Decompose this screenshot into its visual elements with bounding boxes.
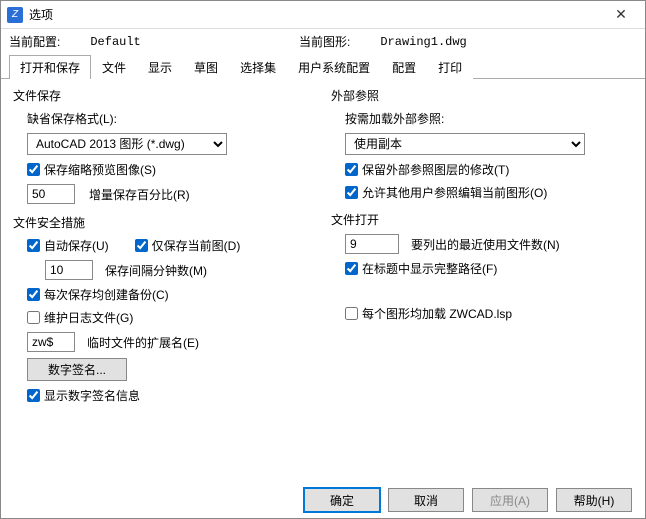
load-lsp-input[interactable]: [345, 307, 358, 320]
save-thumbnail-input[interactable]: [27, 163, 40, 176]
retain-layer-input[interactable]: [345, 163, 358, 176]
xref-title: 外部参照: [331, 87, 633, 104]
tab-open-save[interactable]: 打开和保存: [9, 55, 91, 79]
autosave-checkbox[interactable]: 自动保存(U): [27, 237, 109, 254]
tab-plot[interactable]: 打印: [427, 55, 473, 79]
show-sig-input[interactable]: [27, 389, 40, 402]
tabs: 打开和保存 文件 显示 草图 选择集 用户系统配置 配置 打印: [1, 54, 645, 79]
interval-label: 保存间隔分钟数(M): [105, 262, 207, 279]
recent-files-input[interactable]: [345, 234, 399, 254]
tab-profiles[interactable]: 配置: [381, 55, 427, 79]
retain-layer-checkbox[interactable]: 保留外部参照图层的修改(T): [345, 161, 509, 178]
app-icon: Z: [7, 7, 23, 23]
ok-button[interactable]: 确定: [304, 488, 380, 512]
group-safety: 文件安全措施 自动保存(U) 仅保存当前图(D) 保存间隔分钟数(M): [13, 214, 315, 404]
temp-ext-label: 临时文件的扩展名(E): [87, 334, 199, 351]
show-sig-checkbox[interactable]: 显示数字签名信息: [27, 387, 140, 404]
load-lsp-checkbox[interactable]: 每个图形均加载 ZWCAD.lsp: [345, 305, 512, 322]
titlebar: Z 选项 ✕: [1, 1, 645, 29]
default-format-select[interactable]: AutoCAD 2013 图形 (*.dwg): [27, 133, 227, 155]
log-input[interactable]: [27, 311, 40, 324]
incremental-label: 增量保存百分比(R): [89, 186, 190, 203]
autosave-input[interactable]: [27, 239, 40, 252]
file-open-title: 文件打开: [331, 211, 633, 228]
current-profile-value: Default: [90, 35, 140, 49]
group-xref: 外部参照 按需加载外部参照: 使用副本 保留外部参照图层的修改(T): [331, 87, 633, 201]
xref-load-select[interactable]: 使用副本: [345, 133, 585, 155]
tab-draft[interactable]: 草图: [183, 55, 229, 79]
backup-input[interactable]: [27, 288, 40, 301]
content-area: 文件保存 缺省保存格式(L): AutoCAD 2013 图形 (*.dwg) …: [1, 79, 645, 418]
window-title: 选项: [29, 6, 601, 23]
group-file-open: 文件打开 要列出的最近使用文件数(N) 在标题中显示完整路径(F) 每个图形均加…: [331, 211, 633, 322]
allow-edit-input[interactable]: [345, 186, 358, 199]
cancel-button[interactable]: 取消: [388, 488, 464, 512]
backup-checkbox[interactable]: 每次保存均创建备份(C): [27, 286, 169, 303]
interval-input[interactable]: [45, 260, 93, 280]
left-column: 文件保存 缺省保存格式(L): AutoCAD 2013 图形 (*.dwg) …: [13, 87, 315, 414]
tab-file[interactable]: 文件: [91, 55, 137, 79]
group-file-save: 文件保存 缺省保存格式(L): AutoCAD 2013 图形 (*.dwg) …: [13, 87, 315, 204]
close-button[interactable]: ✕: [601, 2, 641, 28]
temp-ext-input[interactable]: [27, 332, 75, 352]
safety-title: 文件安全措施: [13, 214, 315, 231]
current-drawing-value: Drawing1.dwg: [380, 35, 466, 49]
fullpath-input[interactable]: [345, 262, 358, 275]
tab-display[interactable]: 显示: [137, 55, 183, 79]
file-save-title: 文件保存: [13, 87, 315, 104]
save-thumbnail-checkbox[interactable]: 保存缩略预览图像(S): [27, 161, 156, 178]
recent-files-label: 要列出的最近使用文件数(N): [411, 236, 560, 253]
incremental-input[interactable]: [27, 184, 75, 204]
current-profile-label: 当前配置:: [9, 33, 60, 50]
right-column: 外部参照 按需加载外部参照: 使用副本 保留外部参照图层的修改(T): [331, 87, 633, 414]
profile-row: 当前配置: Default 当前图形: Drawing1.dwg: [1, 29, 645, 52]
only-current-input[interactable]: [135, 239, 148, 252]
footer: 确定 取消 应用(A) 帮助(H): [0, 481, 646, 519]
only-current-checkbox[interactable]: 仅保存当前图(D): [135, 237, 241, 254]
tab-user-pref[interactable]: 用户系统配置: [287, 55, 381, 79]
tab-selection[interactable]: 选择集: [229, 55, 287, 79]
default-format-label: 缺省保存格式(L):: [27, 110, 315, 127]
help-button[interactable]: 帮助(H): [556, 488, 632, 512]
digital-signature-button[interactable]: 数字签名...: [27, 358, 127, 381]
log-checkbox[interactable]: 维护日志文件(G): [27, 309, 133, 326]
xref-load-label: 按需加载外部参照:: [345, 110, 633, 127]
fullpath-checkbox[interactable]: 在标题中显示完整路径(F): [345, 260, 497, 277]
allow-edit-checkbox[interactable]: 允许其他用户参照编辑当前图形(O): [345, 184, 547, 201]
apply-button[interactable]: 应用(A): [472, 488, 548, 512]
current-drawing-label: 当前图形:: [299, 33, 350, 50]
